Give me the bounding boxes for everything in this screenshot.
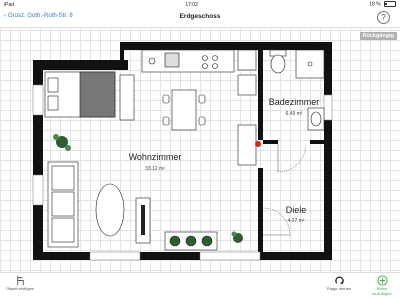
- rotate-icon: [334, 276, 344, 284]
- coffee-table[interactable]: [95, 183, 125, 237]
- room-area-badezimmer: 6.49 m²: [286, 111, 303, 117]
- bottom-toolbar: Objekt einfügen Etage drehen Raum hinzuf…: [0, 272, 400, 300]
- kitchen-cabinet[interactable]: [119, 74, 135, 121]
- shower[interactable]: [295, 49, 325, 79]
- add-object-button[interactable]: Objekt einfügen: [6, 275, 34, 291]
- door-marker-icon[interactable]: [255, 141, 261, 147]
- washbasin[interactable]: [307, 107, 325, 131]
- plant[interactable]: [231, 231, 244, 244]
- room-name-badezimmer: Badezimmer: [269, 97, 320, 107]
- chair-icon: [16, 275, 24, 286]
- rotate-floor-label: Etage drehen: [327, 286, 352, 291]
- sofa[interactable]: [47, 161, 79, 248]
- kitchen-counter[interactable]: [141, 49, 235, 73]
- floor-plan[interactable]: Wohnzimmer 33.12 m² Badezimmer 6.49 m² D…: [0, 0, 400, 300]
- dining-table[interactable]: [162, 89, 206, 131]
- room-add-label: Raum hinzufügen: [372, 286, 392, 296]
- sink-unit[interactable]: [237, 49, 257, 71]
- tv[interactable]: [141, 205, 145, 235]
- plant[interactable]: [53, 134, 71, 151]
- stove[interactable]: [237, 74, 257, 96]
- sideboard[interactable]: [164, 231, 218, 251]
- plus-circle-icon: [376, 275, 388, 286]
- toilet[interactable]: [269, 49, 287, 74]
- wardrobe[interactable]: [237, 124, 257, 166]
- room-name-wohnzimmer: Wohnzimmer: [129, 152, 182, 162]
- rotate-floor-button[interactable]: Etage drehen: [327, 275, 351, 291]
- add-object-label: Objekt einfügen: [6, 286, 35, 291]
- room-area-diele: 4.07 m²: [288, 218, 305, 224]
- room-add-button[interactable]: Raum hinzufügen: [368, 275, 396, 296]
- room-area-wohnzimmer: 33.12 m²: [145, 166, 165, 172]
- bed[interactable]: [44, 71, 116, 118]
- room-name-diele: Diele: [286, 205, 307, 215]
